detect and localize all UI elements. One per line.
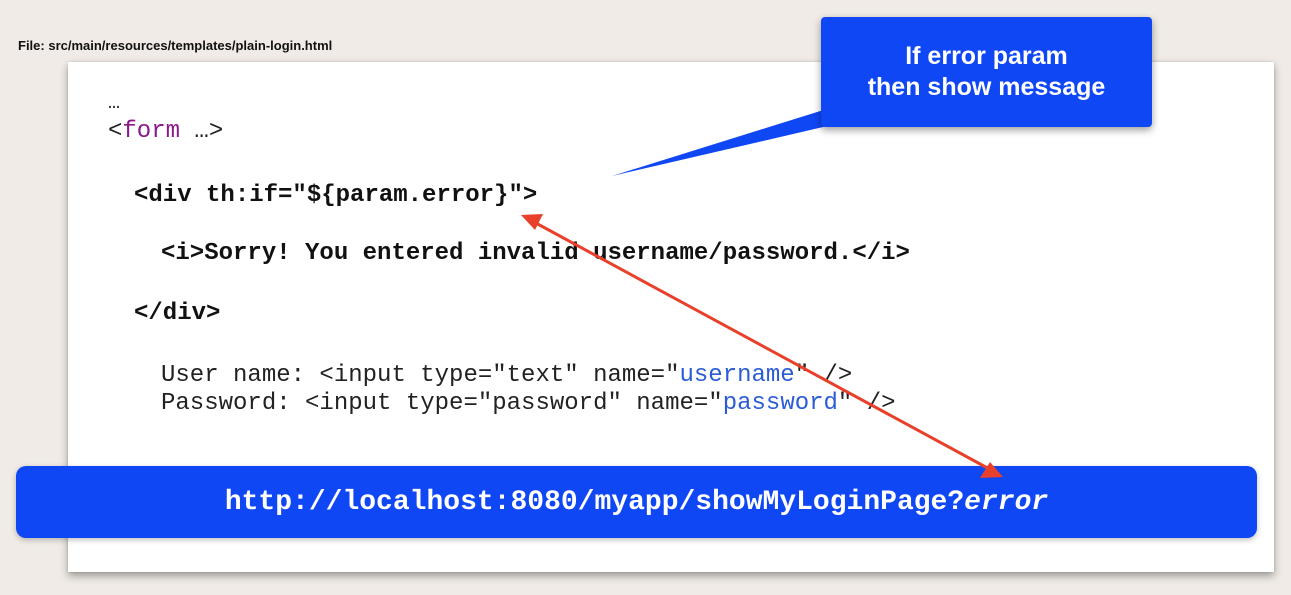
code-username-line: User name: <input type="text" name="user… [161,362,852,389]
username-suffix: " /> [794,362,853,389]
file-path-label: File: src/main/resources/templates/plain… [18,38,333,53]
password-suffix: " /> [837,390,896,417]
code-form-open: <form …> [108,118,223,145]
code-password-line: Password: <input type="password" name="p… [161,390,896,417]
url-param: error [964,486,1049,518]
url-banner: http://localhost:8080/myapp/showMyLoginP… [16,466,1257,538]
code-ellipsis: … [108,92,121,115]
password-value: password [722,390,838,417]
form-tag-rest: …> [180,118,224,145]
code-div-close: </div> [134,300,221,327]
form-tag-name: form [122,118,181,145]
code-error-message: <i>Sorry! You entered invalid username/p… [161,240,910,267]
url-base: http://localhost:8080/myapp/showMyLoginP… [224,486,965,518]
form-tag-bracket: < [108,118,123,145]
callout-line-2: then show message [867,73,1106,101]
password-prefix: Password: <input type="password" name=" [161,390,723,417]
code-div-open: <div th:if="${param.error}"> [134,182,538,209]
username-prefix: User name: <input type="text" name=" [161,362,680,389]
username-value: username [679,362,795,389]
callout-line-1: If error param [905,42,1068,70]
error-param-callout: If error param then show message [821,17,1152,127]
